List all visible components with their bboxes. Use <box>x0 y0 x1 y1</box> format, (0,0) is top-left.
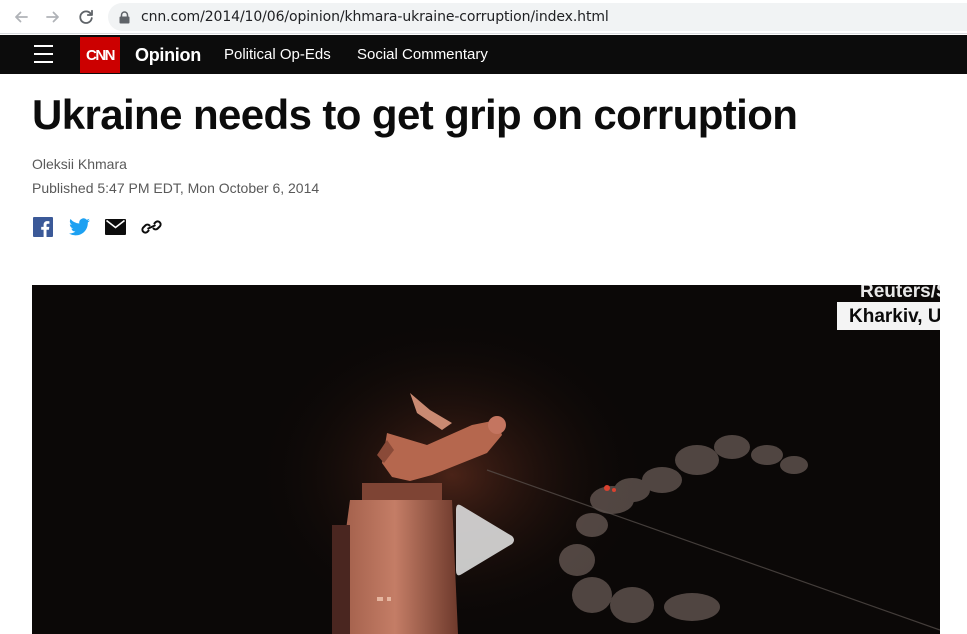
lock-icon <box>119 10 131 24</box>
email-icon[interactable] <box>105 216 126 238</box>
published-timestamp: Published 5:47 PM EDT, Mon October 6, 20… <box>32 180 320 196</box>
twitter-icon[interactable] <box>69 216 90 238</box>
back-button[interactable] <box>9 5 33 29</box>
section-opinion-link[interactable]: Opinion <box>135 45 201 66</box>
cnn-logo-text: CNN <box>86 47 115 64</box>
forward-button[interactable] <box>41 5 65 29</box>
pedestal <box>332 483 458 634</box>
nav-link-social-commentary[interactable]: Social Commentary <box>357 46 488 63</box>
nav-link-political-op-eds[interactable]: Political Op-Eds <box>224 46 331 63</box>
link-icon[interactable] <box>141 216 162 238</box>
site-navigation: CNN Opinion Political Op-Eds Social Comm… <box>0 35 967 74</box>
hamburger-menu-icon[interactable] <box>34 45 53 63</box>
article-headline: Ukraine needs to get grip on corruption <box>32 91 798 138</box>
video-caption-location: Kharkiv, U <box>837 302 940 330</box>
video-frame <box>32 285 940 634</box>
arrow-right-icon <box>46 11 59 23</box>
address-bar[interactable]: cnn.com/2014/10/06/opinion/khmara-ukrain… <box>108 3 967 31</box>
play-icon[interactable] <box>456 502 516 578</box>
browser-toolbar: cnn.com/2014/10/06/opinion/khmara-ukrain… <box>0 0 967 34</box>
url-text: cnn.com/2014/10/06/opinion/khmara-ukrain… <box>141 9 609 25</box>
arrow-left-icon <box>15 11 28 23</box>
author-link[interactable]: Oleksii Khmara <box>32 156 127 172</box>
video-player[interactable]: Reuters/S Kharkiv, U <box>32 285 940 634</box>
facebook-icon[interactable] <box>33 216 53 238</box>
reload-button[interactable] <box>74 5 98 29</box>
reload-icon <box>79 9 93 24</box>
cnn-logo[interactable]: CNN <box>80 37 120 73</box>
